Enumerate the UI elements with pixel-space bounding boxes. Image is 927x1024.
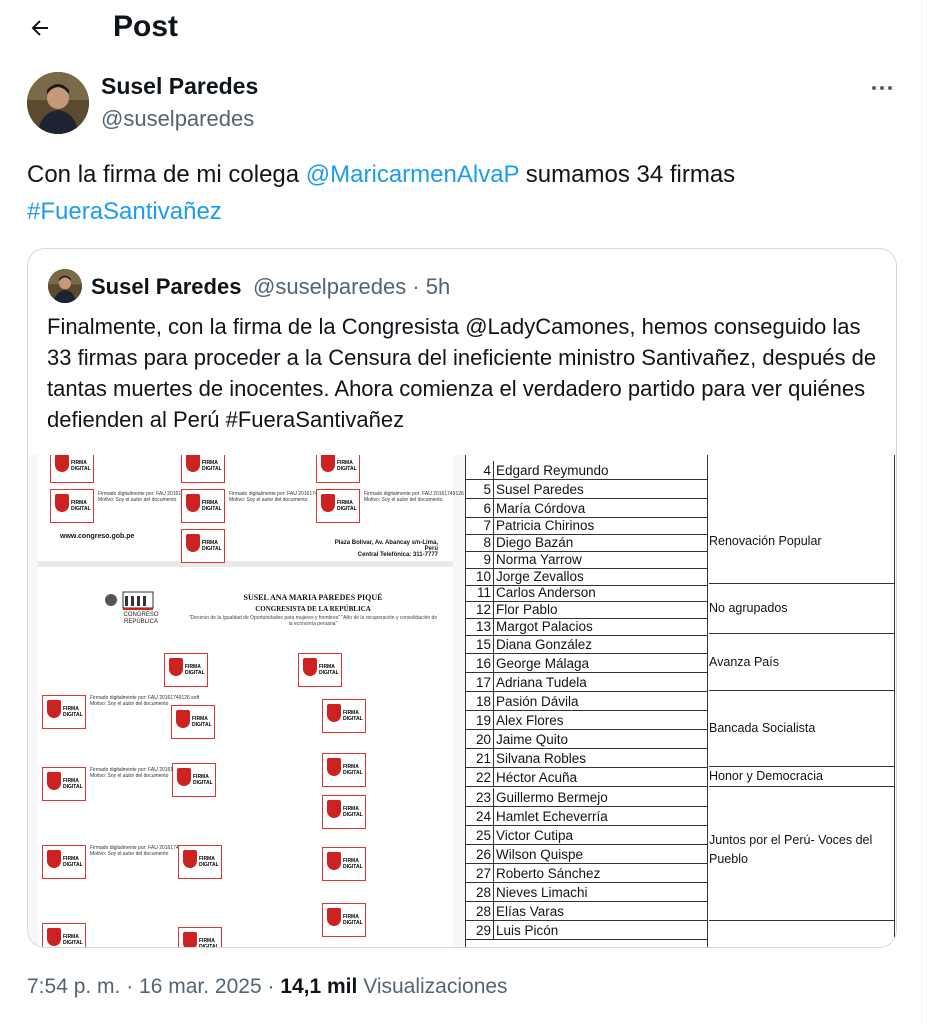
digital-signature-stamp: FIRMA DIGITAL	[164, 653, 208, 687]
digital-signature-stamp: FIRMA DIGITAL	[322, 795, 366, 829]
digital-signature-stamp: FIRMA DIGITAL	[171, 705, 215, 739]
mention-link[interactable]: @MaricarmenAlvaP	[306, 161, 519, 188]
party-label: Juntos por el Perú- Voces del Pueblo	[709, 833, 873, 866]
document-address-line: Plaza Bolívar, Av. Abancay s/n-Lima, Per…	[334, 540, 438, 552]
tweet-text-part: sumamos 34 firmas	[519, 161, 736, 188]
signatories-table: 4 Edgard Reymundo 5 Susel Paredes 6 María C…	[465, 455, 896, 947]
avatar[interactable]	[27, 72, 89, 134]
party-label: Honor y Democracia	[709, 769, 823, 783]
post-meta: 7:54 p. m. · 16 mar. 2025 · 14,1 mil Vis…	[27, 975, 508, 999]
post-header: Post	[0, 0, 920, 56]
document-main-page: CONGRESO REPÚBLICA SUSEL ANA MARIA PARED…	[38, 573, 453, 947]
digital-signature-stamp: FIRMA DIGITAL	[181, 529, 225, 563]
party-label: Renovación Popular	[709, 533, 822, 548]
party-label: Bancada Socialista	[709, 721, 816, 735]
quoted-tweet[interactable]: Susel Paredes @suselparedes · 5h Finalme…	[27, 248, 897, 948]
back-button[interactable]	[20, 10, 60, 46]
table-row: 28 Elías Varas	[465, 902, 707, 921]
logo-text: CONGRESO REPÚBLICA	[123, 612, 159, 625]
digital-signature-stamp: FIRMA DIGITAL	[172, 763, 216, 797]
digital-signature-stamp: FIRMA DIGITAL	[322, 903, 366, 937]
digital-signature-stamp: FIRMA DIGITAL	[298, 653, 342, 687]
digital-signature-stamp: FIRMA DIGITAL	[322, 699, 366, 733]
document-phone: Central Telefónica: 311-7777	[357, 552, 438, 558]
hashtag-link[interactable]: #FueraSantivañez	[27, 198, 222, 225]
more-options-button[interactable]	[862, 76, 902, 100]
tweet-text-part: Con la firma de mi colega	[27, 161, 306, 188]
digital-signature-stamp: FIRMA DIGITAL	[316, 489, 360, 523]
dot-icon	[888, 86, 892, 90]
party-group: Avanza País	[709, 634, 894, 691]
digital-signature-stamp: FIRMA DIGITAL	[42, 923, 86, 947]
document-top-page: FIRMA DIGITAL FIRMA DIGITAL FIRMA DIGITA…	[38, 455, 473, 567]
digital-signature-stamp: FIRMA DIGITAL	[316, 455, 360, 483]
tweet-text: Con la firma de mi colega @MaricarmenAlv…	[27, 156, 897, 230]
table-row: 19 Alex Flores	[465, 711, 707, 730]
digital-signature-stamp: FIRMA DIGITAL	[50, 455, 94, 483]
table-row: 4 Edgard Reymundo	[465, 461, 707, 480]
table-row: 28 Nieves Limachi	[465, 883, 707, 902]
quote-text: Finalmente, con la firma de la Congresis…	[47, 314, 877, 432]
digital-signature-stamp: FIRMA DIGITAL	[50, 489, 94, 523]
table-row: 20 Jaime Quito	[465, 730, 707, 749]
party-group: Bancada Socialista	[709, 691, 894, 767]
congreso-logo: CONGRESO REPÚBLICA	[103, 588, 163, 628]
table-row: 18 Pasión Dávila	[465, 692, 707, 711]
document-subtitle: "Decenio de la Igualdad de Oportunidades…	[188, 615, 438, 627]
page-title: Post	[113, 10, 179, 43]
table-row: 13 Margot Palacios	[465, 617, 707, 636]
author-name[interactable]: Susel Paredes	[101, 73, 258, 100]
party-label: No agrupados	[709, 601, 788, 615]
party-group: Juntos por el Perú- Voces del Pueblo	[709, 787, 894, 921]
post-timestamp[interactable]: 7:54 p. m. · 16 mar. 2025 ·	[27, 975, 280, 998]
party-group: Renovación Popular	[709, 499, 894, 584]
views-label: Visualizaciones	[357, 975, 508, 998]
views-count: 14,1 mil	[280, 975, 358, 998]
table-row: 21 Silvana Robles	[465, 749, 707, 768]
stamp-caption: Firmado digitalmente por: FAU 2016174912…	[364, 491, 474, 503]
quote-author-name: Susel Paredes	[91, 274, 242, 299]
table-row: 5 Susel Paredes	[465, 480, 707, 499]
party-group: No agrupados	[709, 584, 894, 634]
digital-signature-stamp: FIRMA DIGITAL	[42, 695, 86, 729]
digital-signature-stamp: FIRMA DIGITAL	[178, 927, 222, 947]
dot-icon	[880, 86, 884, 90]
table-row: 23 Guillermo Bermejo	[465, 788, 707, 807]
quote-image[interactable]: FIRMA DIGITAL FIRMA DIGITAL FIRMA DIGITA…	[28, 455, 896, 947]
table-row: 27 Roberto Sánchez	[465, 864, 707, 883]
quote-avatar	[48, 269, 82, 303]
dot-icon	[872, 86, 876, 90]
digital-signature-stamp: FIRMA DIGITAL	[181, 455, 225, 483]
document-chamber: CONGRESISTA DE LA REPÚBLICA	[255, 605, 371, 613]
digital-signature-stamp: FIRMA DIGITAL	[322, 847, 366, 881]
digital-signature-stamp: FIRMA DIGITAL	[322, 753, 366, 787]
table-row: 16 George Málaga	[465, 654, 707, 673]
table-row: 17 Adriana Tudela	[465, 673, 707, 692]
table-row: 22 Héctor Acuña	[465, 768, 707, 787]
party-label: Avanza País	[709, 654, 779, 669]
party-group: Honor y Democracia	[709, 767, 894, 787]
table-row: 25 Victor Cutipa	[465, 826, 707, 845]
digital-signature-stamp: FIRMA DIGITAL	[181, 489, 225, 523]
table-row: 24 Hamlet Echeverría	[465, 807, 707, 826]
digital-signature-stamp: FIRMA DIGITAL	[178, 845, 222, 879]
quote-author-handle: @suselparedes · 5h	[253, 274, 451, 299]
document-congresswoman-name: SUSEL ANA MARIA PAREDES PIQUÉ	[243, 593, 383, 602]
arrow-left-icon	[31, 20, 48, 36]
digital-signature-stamp: FIRMA DIGITAL	[42, 845, 86, 879]
document-heading: SUSEL ANA MARIA PAREDES PIQUÉ CONGRESIST…	[188, 593, 438, 627]
table-row: 15 Diana González	[465, 635, 707, 654]
author-handle[interactable]: @suselparedes	[101, 106, 254, 132]
table-row: 26 Wilson Quispe	[465, 845, 707, 864]
table-row: 29 Luis Picón	[465, 921, 707, 940]
digital-signature-stamp: FIRMA DIGITAL	[42, 767, 86, 801]
signatures-document: FIRMA DIGITAL FIRMA DIGITAL FIRMA DIGITA…	[38, 455, 473, 947]
document-address: Plaza Bolívar, Av. Abancay s/n-Lima, Per…	[328, 540, 438, 558]
document-website: www.congreso.gob.pe	[60, 533, 135, 540]
